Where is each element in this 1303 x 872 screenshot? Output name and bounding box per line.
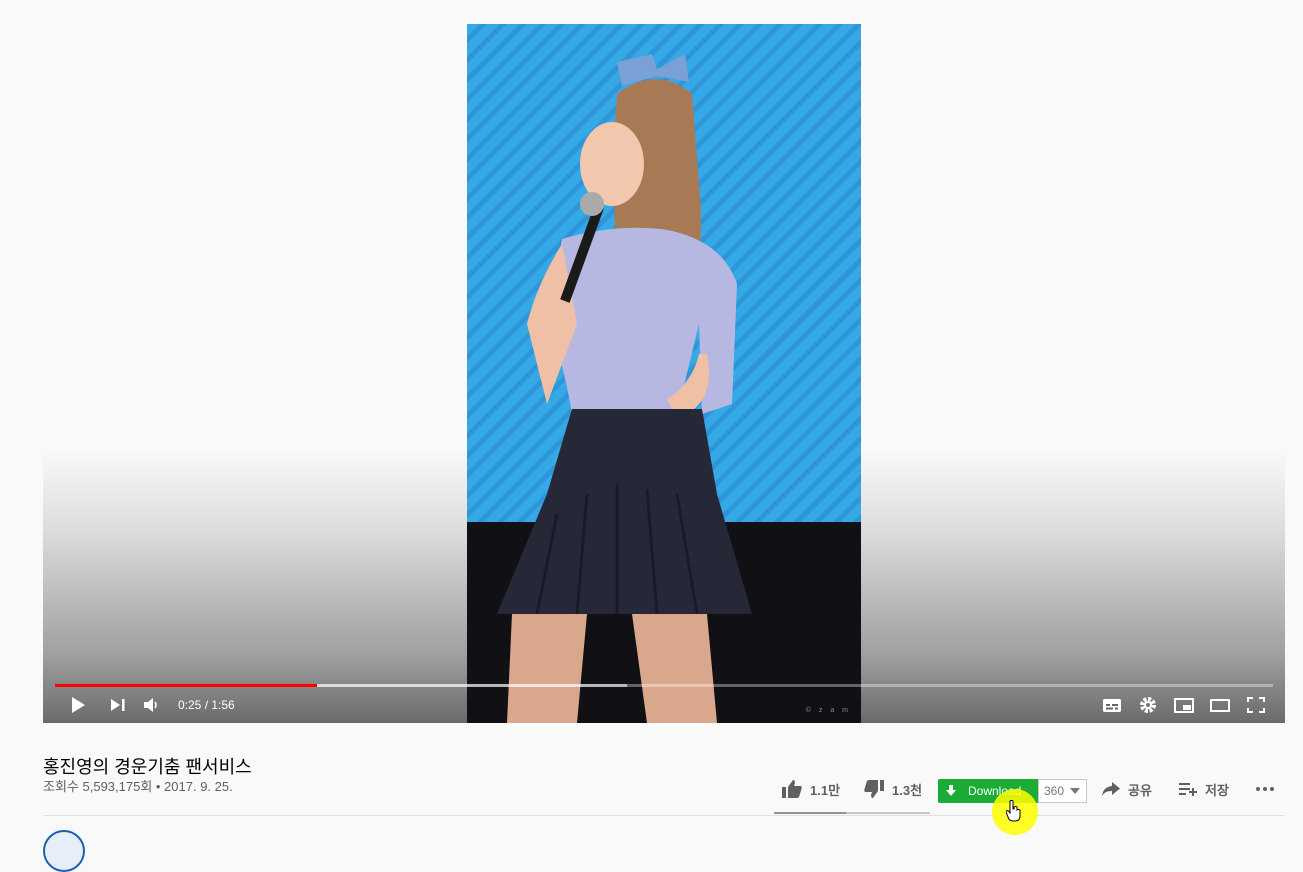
gear-icon (1140, 697, 1156, 713)
performer-image (467, 54, 861, 723)
time-display: 0:25 / 1:56 (178, 697, 235, 713)
channel-avatar[interactable] (43, 830, 85, 872)
dislike-count: 1.3천 (892, 782, 923, 798)
quality-value: 360 (1044, 784, 1065, 798)
miniplayer-icon (1174, 697, 1194, 713)
fullscreen-icon (1247, 697, 1265, 713)
subtitles-icon (1103, 698, 1121, 712)
dislike-button[interactable]: 1.3천 (864, 776, 922, 802)
theater-icon (1210, 698, 1230, 712)
video-watermark: © z a m (805, 707, 851, 714)
fullscreen-button[interactable] (1243, 692, 1269, 718)
playlist-add-icon (1179, 783, 1197, 796)
share-label: 공유 (1128, 782, 1152, 798)
next-icon (111, 699, 125, 711)
current-time: 0:25 (178, 698, 202, 712)
progress-bar[interactable] (55, 684, 1273, 687)
like-button[interactable]: 1.1만 (782, 776, 840, 802)
volume-button[interactable] (141, 692, 163, 718)
theater-mode-button[interactable] (1207, 692, 1233, 718)
like-count: 1.1만 (810, 782, 841, 798)
progress-played (55, 684, 317, 687)
video-title: 홍진영의 경운기춤 팬서비스 (43, 757, 252, 778)
section-divider (43, 815, 1285, 816)
play-button[interactable] (65, 692, 91, 718)
chevron-down-icon (1070, 788, 1081, 794)
share-button[interactable]: 공유 (1102, 776, 1152, 802)
save-button[interactable]: 저장 (1179, 776, 1229, 802)
thumbs-up-icon (782, 780, 802, 798)
time-separator: / (201, 698, 212, 712)
quality-select[interactable]: 360 (1038, 779, 1087, 803)
sentiment-bar (774, 812, 930, 814)
hand-cursor-icon (1006, 800, 1021, 822)
more-actions-button[interactable] (1255, 776, 1275, 802)
view-count-date: 조회수 5,593,175회 • 2017. 9. 25. (43, 779, 233, 794)
video-player[interactable]: © z a m 0:25 / 1:56 (43, 0, 1285, 723)
next-button[interactable] (107, 692, 129, 718)
share-arrow-icon (1102, 782, 1120, 796)
download-arrow-icon (946, 785, 960, 797)
volume-icon (144, 698, 157, 712)
total-time: 1:56 (211, 698, 235, 712)
more-horiz-icon (1256, 787, 1274, 791)
video-frame[interactable]: © z a m (467, 24, 861, 723)
play-icon (72, 697, 85, 713)
thumbs-down-icon (864, 780, 884, 798)
save-label: 저장 (1205, 782, 1229, 798)
sentiment-like-part (774, 812, 846, 814)
subtitles-button[interactable] (1099, 692, 1125, 718)
miniplayer-button[interactable] (1171, 692, 1197, 718)
settings-button[interactable] (1135, 692, 1161, 718)
